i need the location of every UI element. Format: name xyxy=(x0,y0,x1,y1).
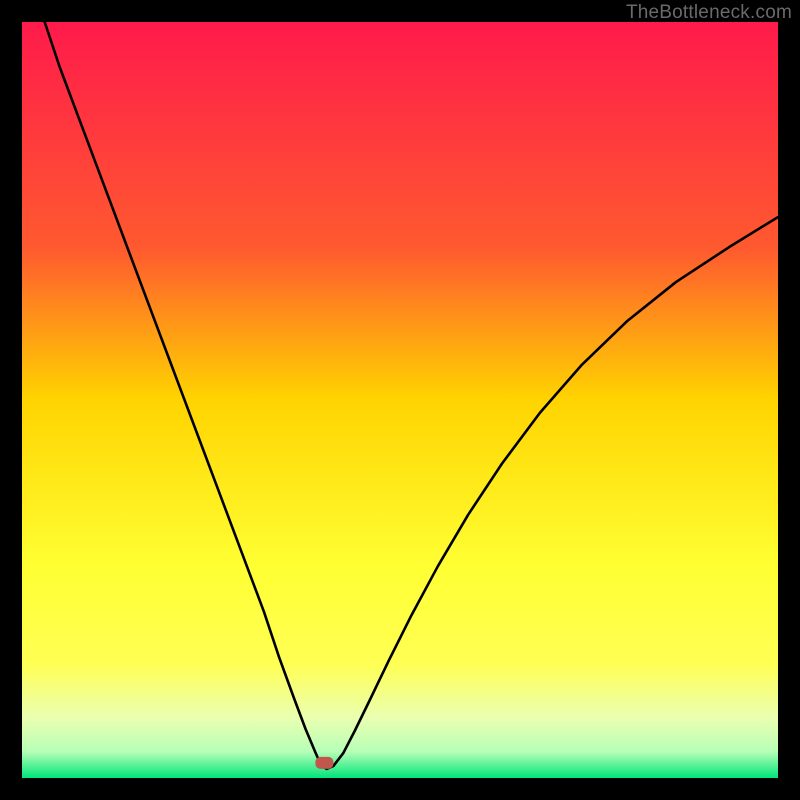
chart-frame: TheBottleneck.com xyxy=(0,0,800,800)
bottleneck-curve xyxy=(22,22,778,778)
watermark-text: TheBottleneck.com xyxy=(626,2,792,24)
plot-area xyxy=(22,22,778,778)
